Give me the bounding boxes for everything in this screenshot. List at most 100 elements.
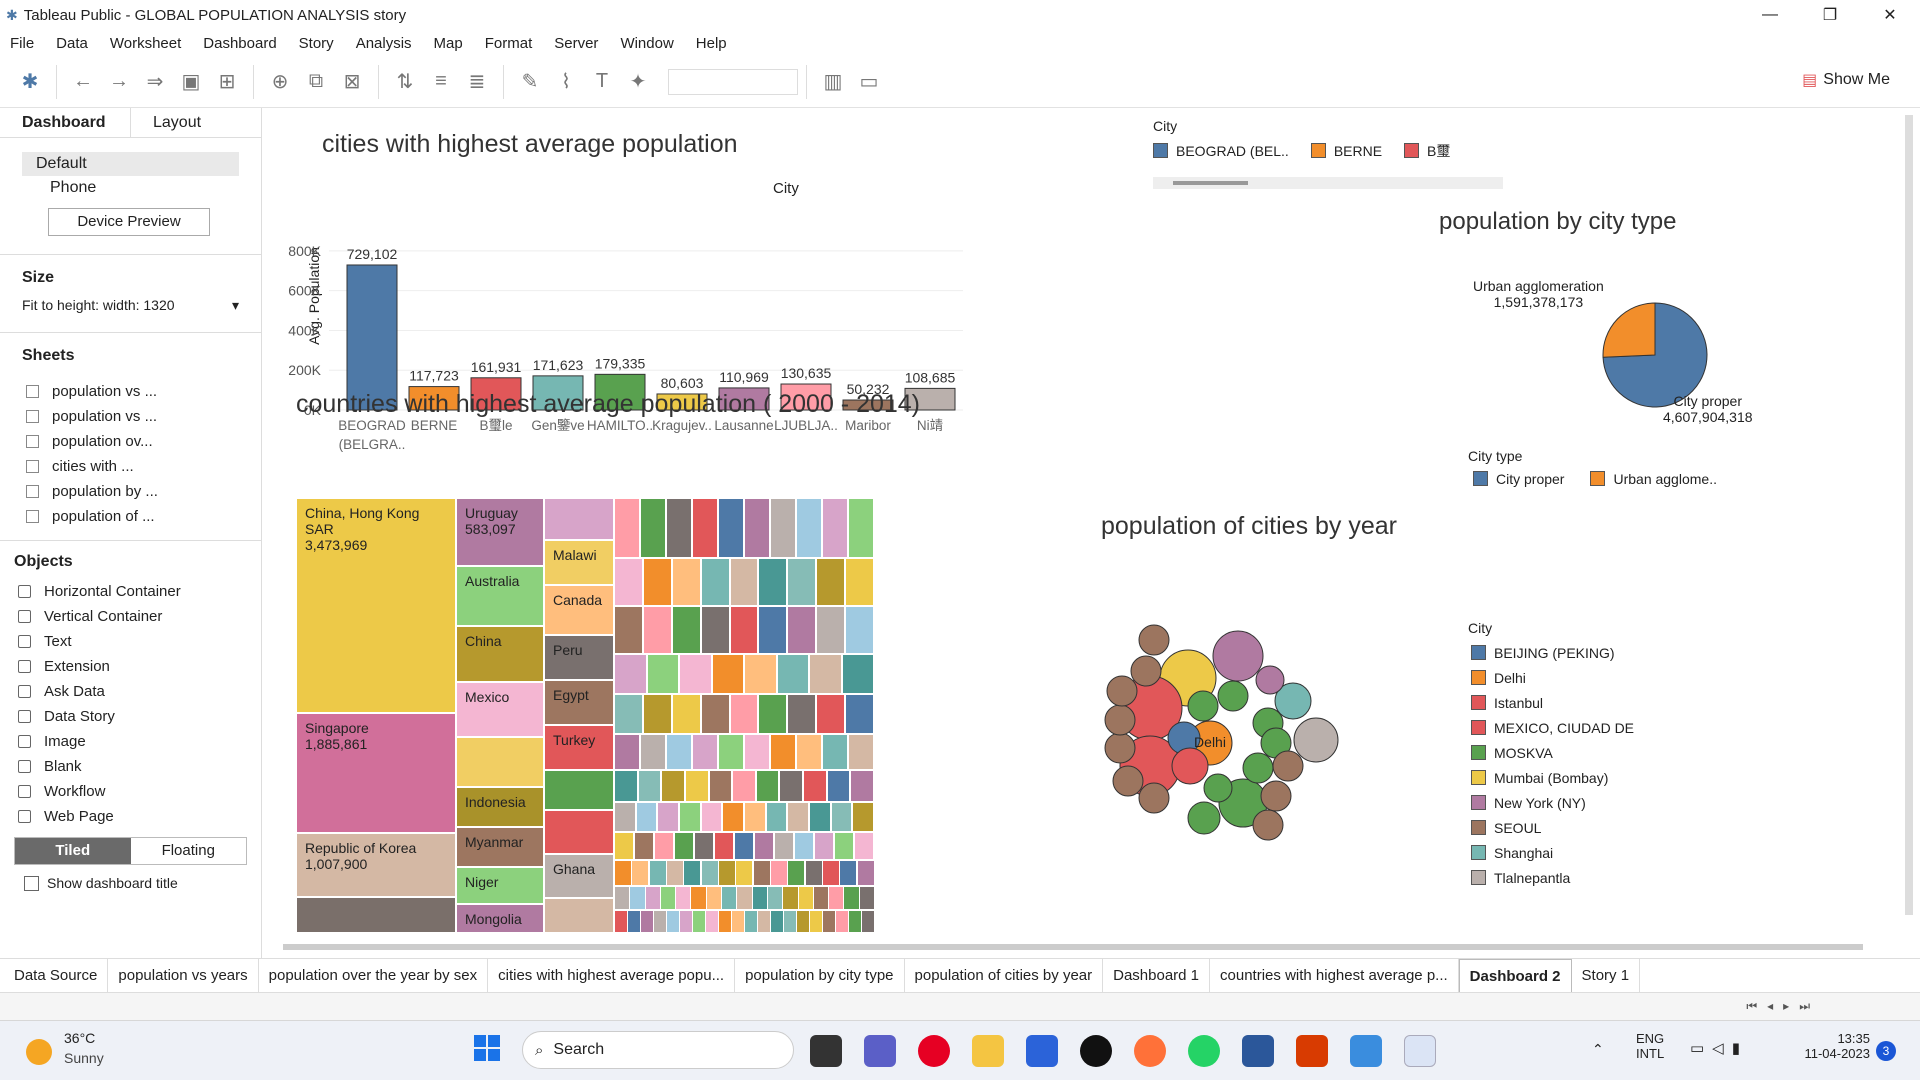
- treemap-cell[interactable]: [830, 802, 853, 832]
- tableau-home-icon[interactable]: ✱: [12, 64, 48, 100]
- treemap-cell[interactable]: [852, 802, 874, 832]
- duplicate-icon[interactable]: ⧉: [298, 64, 334, 100]
- treemap-cell[interactable]: Australia: [456, 566, 544, 626]
- menu-worksheet[interactable]: Worksheet: [110, 35, 181, 52]
- bubble[interactable]: [1130, 655, 1162, 687]
- treemap-cell[interactable]: [758, 694, 788, 734]
- treemap-cell[interactable]: [544, 898, 614, 932]
- treemap-cell[interactable]: Niger: [456, 867, 544, 904]
- treemap-cell[interactable]: China, Hong Kong SAR 3,473,969: [296, 498, 456, 713]
- treemap-cell[interactable]: [684, 770, 709, 802]
- menu-format[interactable]: Format: [485, 35, 533, 52]
- bubble[interactable]: [1138, 624, 1170, 656]
- wps-icon[interactable]: [1296, 1035, 1328, 1067]
- treemap-cell[interactable]: [722, 802, 744, 832]
- object-item[interactable]: Extension: [0, 654, 261, 679]
- whatsapp-icon[interactable]: [1188, 1035, 1220, 1067]
- treemap-cell[interactable]: [700, 558, 730, 606]
- treemap-cell[interactable]: Mongolia: [456, 904, 544, 932]
- photos-icon[interactable]: [1350, 1035, 1382, 1067]
- bubble[interactable]: [1255, 665, 1285, 695]
- sheet-tab[interactable]: Dashboard 2: [1458, 958, 1572, 993]
- treemap-cell[interactable]: [640, 734, 666, 770]
- size-dropdown[interactable]: Fit to height: width: 1320 ▾: [22, 297, 239, 314]
- treemap-cell[interactable]: [744, 734, 770, 770]
- treemap-cell[interactable]: [718, 734, 744, 770]
- treemap-cell[interactable]: [544, 810, 614, 854]
- minimize-button[interactable]: —: [1740, 0, 1800, 30]
- treemap-cell[interactable]: [679, 802, 701, 832]
- taskbar-search[interactable]: ⌕ Search: [522, 1031, 794, 1069]
- treemap-cell[interactable]: [456, 737, 544, 787]
- menu-file[interactable]: File: [10, 35, 34, 52]
- treemap-cell[interactable]: [787, 606, 817, 654]
- bubble[interactable]: [1187, 690, 1219, 722]
- treemap-cell[interactable]: [779, 770, 804, 802]
- treemap-cell[interactable]: [834, 832, 854, 860]
- treemap-cell[interactable]: Peru: [544, 635, 614, 680]
- treemap-cell[interactable]: [708, 770, 733, 802]
- treemap-cell[interactable]: Turkey: [544, 725, 614, 770]
- sheet-tab[interactable]: population vs years: [108, 958, 259, 993]
- bubble[interactable]: [1187, 801, 1221, 835]
- treemap-cell[interactable]: [661, 770, 685, 802]
- menu-dashboard[interactable]: Dashboard: [203, 35, 276, 52]
- treemap-cell[interactable]: [758, 558, 788, 606]
- treemap-cell[interactable]: [814, 832, 834, 860]
- sheet-tab[interactable]: population of cities by year: [905, 958, 1104, 993]
- tab-dashboard[interactable]: Dashboard: [0, 108, 131, 137]
- menu-map[interactable]: Map: [434, 35, 463, 52]
- treemap-cell[interactable]: [666, 860, 684, 886]
- treemap-cell[interactable]: [848, 498, 874, 558]
- treemap-cell[interactable]: [845, 558, 874, 606]
- bubble-legend-item[interactable]: BEIJING (PEKING): [1471, 640, 1634, 665]
- treemap-cell[interactable]: Singapore 1,885,861: [296, 713, 456, 833]
- sheet-tab[interactable]: Dashboard 1: [1103, 958, 1211, 993]
- treemap-cell[interactable]: [848, 734, 874, 770]
- sort-desc-icon[interactable]: ≣: [459, 64, 495, 100]
- treemap-cell[interactable]: [758, 606, 788, 654]
- treemap-cell[interactable]: [809, 802, 831, 832]
- treemap-cell[interactable]: China: [456, 626, 544, 682]
- treemap-cell[interactable]: Ghana: [544, 854, 614, 898]
- windows-start-icon[interactable]: [474, 1035, 500, 1061]
- bubble[interactable]: [1252, 809, 1284, 841]
- show-title-checkbox[interactable]: [24, 875, 39, 891]
- bubble[interactable]: [1106, 675, 1138, 707]
- file-explorer-icon[interactable]: [972, 1035, 1004, 1067]
- treemap-cell[interactable]: [816, 606, 846, 654]
- treemap-cell[interactable]: [794, 832, 814, 860]
- bubble-legend-item[interactable]: Mumbai (Bombay): [1471, 765, 1634, 790]
- new-worksheet-icon[interactable]: ⊕: [262, 64, 298, 100]
- swap-icon[interactable]: ⇅: [387, 64, 423, 100]
- treemap-cell[interactable]: [816, 694, 846, 734]
- bar-legend-item[interactable]: BEOGRAD (BEL..: [1153, 138, 1289, 163]
- tray-icons[interactable]: ▭◁▮: [1690, 1039, 1748, 1057]
- treemap-cell[interactable]: [732, 770, 756, 802]
- dell-icon[interactable]: [1080, 1035, 1112, 1067]
- bubble[interactable]: [1112, 765, 1144, 797]
- treemap-cell[interactable]: [671, 606, 701, 654]
- treemap-cell[interactable]: Myanmar: [456, 827, 544, 867]
- treemap-cell[interactable]: [774, 832, 794, 860]
- treemap-cell[interactable]: [631, 860, 650, 886]
- object-item[interactable]: Web Page: [0, 804, 261, 829]
- treemap-cell[interactable]: Canada: [544, 585, 614, 635]
- sheet-item[interactable]: population vs ...: [0, 404, 261, 429]
- object-item[interactable]: Blank: [0, 754, 261, 779]
- treemap-cell[interactable]: [614, 694, 643, 734]
- treemap-cell[interactable]: Malawi: [544, 540, 614, 585]
- fit-dropdown[interactable]: [668, 68, 798, 95]
- treemap-cell[interactable]: [787, 802, 809, 832]
- sheet-tab[interactable]: countries with highest average p...: [1210, 958, 1459, 993]
- undo-icon[interactable]: ←: [65, 64, 101, 100]
- bubble-legend-item[interactable]: Istanbul: [1471, 690, 1634, 715]
- treemap-cell[interactable]: [714, 832, 734, 860]
- save-icon[interactable]: ▣: [173, 64, 209, 100]
- bubble[interactable]: [1242, 752, 1274, 784]
- treemap-cell[interactable]: [765, 802, 788, 832]
- treemap-cell[interactable]: [692, 734, 718, 770]
- treemap-cell[interactable]: [770, 734, 796, 770]
- treemap-cell[interactable]: [718, 860, 736, 886]
- highlight-icon[interactable]: ✎: [512, 64, 548, 100]
